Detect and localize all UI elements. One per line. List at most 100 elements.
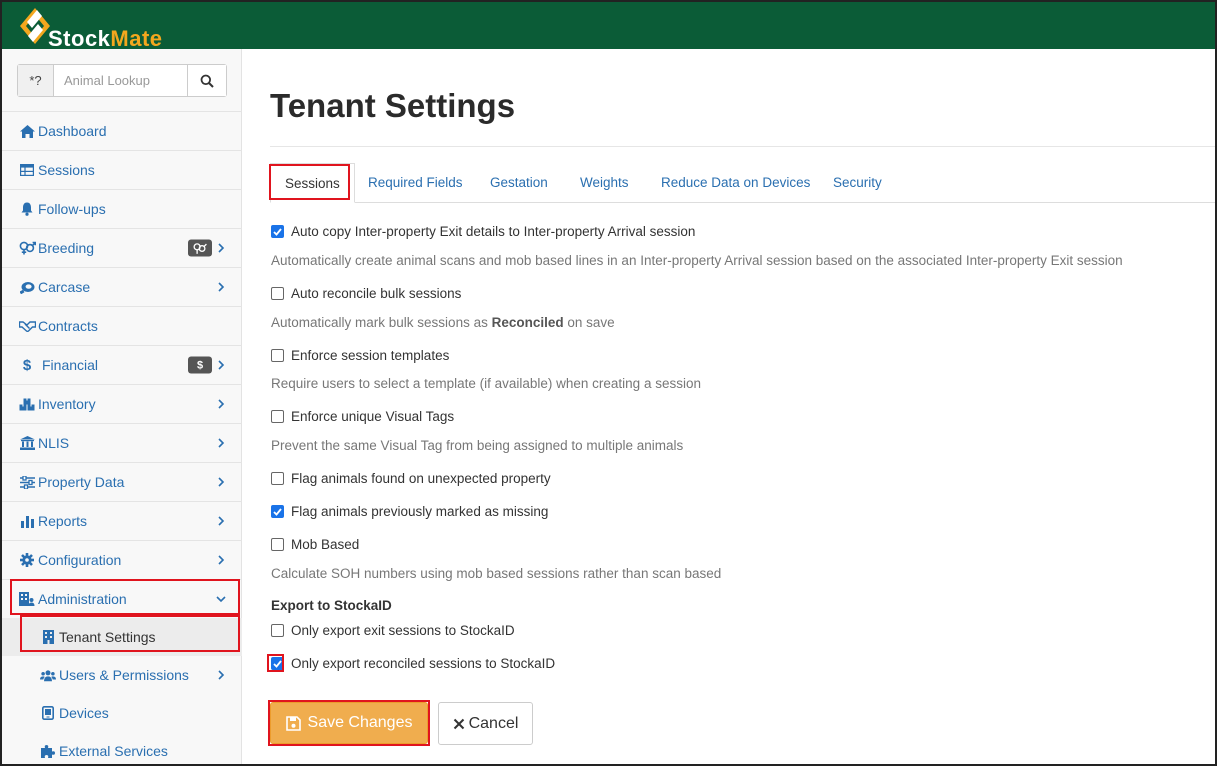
- option-label: Flag animals previously marked as missin…: [291, 504, 549, 519]
- sidebar-subitem-external-services[interactable]: External Services: [2, 732, 242, 764]
- app-name-part2: Mate: [110, 26, 163, 51]
- sidebar-item-label: Dashboard: [38, 123, 107, 139]
- sidebar-item-label: External Services: [59, 743, 168, 759]
- sidebar-item-label: Configuration: [38, 552, 122, 568]
- tab-gestation[interactable]: Gestation: [490, 163, 548, 203]
- option-label: Auto reconcile bulk sessions: [291, 286, 462, 301]
- table-icon: [18, 162, 36, 178]
- sidebar-item-carcase[interactable]: Carcase: [2, 267, 242, 306]
- save-icon: [285, 715, 301, 731]
- animal-lookup-input[interactable]: [54, 65, 187, 96]
- tab-required-fields[interactable]: Required Fields: [368, 163, 463, 203]
- tab-security[interactable]: Security: [833, 163, 882, 203]
- checkbox-export-reconciled-only[interactable]: [271, 657, 284, 670]
- close-icon: [453, 718, 464, 729]
- wildcard-prefix[interactable]: *?: [18, 65, 54, 96]
- checkbox-auto-reconcile[interactable]: [271, 287, 284, 300]
- checkbox-enforce-unique-tags[interactable]: [271, 410, 284, 423]
- sidebar-item-follow-ups[interactable]: Follow-ups: [2, 189, 242, 228]
- sidebar-item-label: Property Data: [38, 474, 125, 490]
- sidebar-item-label: Breeding: [38, 240, 95, 256]
- option-label: Only export reconciled sessions to Stock…: [291, 656, 556, 671]
- sidebar-item-dashboard[interactable]: Dashboard: [2, 111, 242, 150]
- sidebar-item-label: Users & Permissions: [59, 667, 189, 683]
- checkbox-flag-missing[interactable]: [271, 505, 284, 518]
- meat-icon: [18, 279, 36, 295]
- sidebar-item-label: Sessions: [38, 162, 95, 178]
- checkbox-enforce-templates[interactable]: [271, 349, 284, 362]
- option-export-exit-only[interactable]: Only export exit sessions to StockaID: [271, 623, 515, 638]
- option-help-text: Calculate SOH numbers using mob based se…: [271, 566, 722, 581]
- check-icon: [273, 659, 282, 668]
- checkbox-flag-unexpected-property[interactable]: [271, 472, 284, 485]
- chevron-right-icon: [218, 360, 225, 370]
- checkbox-export-exit-only[interactable]: [271, 624, 284, 637]
- option-label: Flag animals found on unexpected propert…: [291, 471, 551, 486]
- checkbox-mob-based[interactable]: [271, 538, 284, 551]
- sidebar-item-label: Reports: [38, 513, 88, 529]
- tab-weights[interactable]: Weights: [580, 163, 629, 203]
- option-enforce-unique-tags[interactable]: Enforce unique Visual Tags: [271, 409, 454, 424]
- option-auto-copy[interactable]: Auto copy Inter-property Exit details to…: [271, 224, 695, 239]
- sidebar-item-configuration[interactable]: Configuration: [2, 540, 242, 579]
- option-label: Only export exit sessions to StockaID: [291, 623, 515, 638]
- sidebar-subitem-tenant-settings[interactable]: Tenant Settings: [2, 618, 242, 656]
- divider: [270, 146, 1215, 147]
- sidebar-subitem-devices[interactable]: Devices: [2, 694, 242, 732]
- tab-sessions[interactable]: Sessions: [270, 163, 355, 203]
- sidebar-item-nlis[interactable]: NLIS: [2, 423, 242, 462]
- sidebar-item-inventory[interactable]: Inventory: [2, 384, 242, 423]
- chevron-right-icon: [218, 399, 225, 409]
- chevron-right-icon: [218, 477, 225, 487]
- sidebar-item-breeding[interactable]: Breeding: [2, 228, 242, 267]
- option-help-text: Require users to select a template (if a…: [271, 376, 701, 391]
- check-icon: [273, 227, 282, 236]
- building-user-icon: [18, 591, 36, 607]
- option-label: Mob Based: [291, 537, 360, 552]
- boxes-icon: [18, 396, 36, 412]
- option-enforce-templates[interactable]: Enforce session templates: [271, 348, 449, 363]
- chevron-down-icon: [216, 596, 226, 603]
- sidebar-item-property-data[interactable]: Property Data: [2, 462, 242, 501]
- puzzle-icon: [40, 743, 56, 759]
- sidebar-item-label: Carcase: [38, 279, 91, 295]
- dollar-icon: $: [22, 356, 32, 374]
- save-button-label: Save Changes: [307, 714, 413, 731]
- tab-reduce-data-on-devices[interactable]: Reduce Data on Devices: [661, 163, 810, 203]
- gender-icon: [18, 240, 36, 256]
- option-mob-based[interactable]: Mob Based: [271, 537, 359, 552]
- animal-lookup: *?: [17, 64, 227, 97]
- option-help-text: Automatically mark bulk sessions as Reco…: [271, 315, 615, 330]
- page-title: Tenant Settings: [270, 87, 516, 124]
- help-text-bold: Reconciled: [491, 315, 564, 330]
- sidebar-item-financial[interactable]: $ Financial $: [2, 345, 242, 384]
- option-flag-missing[interactable]: Flag animals previously marked as missin…: [271, 504, 548, 519]
- chevron-right-icon: [218, 438, 225, 448]
- search-icon: [200, 74, 214, 88]
- chevron-right-icon: [218, 555, 225, 565]
- sidebar-item-label: Follow-ups: [38, 201, 106, 217]
- sidebar: *? Dashboard Sessions Follow-ups Breedin…: [2, 49, 242, 764]
- search-button[interactable]: [187, 65, 226, 96]
- sidebar-item-reports[interactable]: Reports: [2, 501, 242, 540]
- option-help-text: Prevent the same Visual Tag from being a…: [271, 438, 684, 453]
- building-icon: [40, 629, 56, 645]
- home-icon: [18, 123, 36, 139]
- sidebar-subitem-users-permissions[interactable]: Users & Permissions: [2, 656, 242, 694]
- bar-chart-icon: [18, 513, 36, 529]
- sidebar-item-contracts[interactable]: Contracts: [2, 306, 242, 345]
- save-changes-button[interactable]: Save Changes: [270, 702, 428, 744]
- sidebar-item-label: Inventory: [38, 396, 96, 412]
- option-label: Enforce session templates: [291, 348, 450, 363]
- gear-icon: [18, 552, 36, 568]
- cancel-button[interactable]: Cancel: [438, 702, 533, 745]
- handshake-icon: [18, 318, 36, 334]
- checkbox-auto-copy[interactable]: [271, 225, 284, 238]
- app-window: StockMate *? Dashboard Sessions Follow-u: [0, 0, 1217, 766]
- option-auto-reconcile[interactable]: Auto reconcile bulk sessions: [271, 286, 461, 301]
- sidebar-item-sessions[interactable]: Sessions: [2, 150, 242, 189]
- sidebar-item-administration[interactable]: Administration: [2, 579, 242, 618]
- option-export-reconciled-only[interactable]: Only export reconciled sessions to Stock…: [271, 656, 555, 671]
- option-flag-unexpected-property[interactable]: Flag animals found on unexpected propert…: [271, 471, 551, 486]
- bell-icon: [18, 201, 36, 217]
